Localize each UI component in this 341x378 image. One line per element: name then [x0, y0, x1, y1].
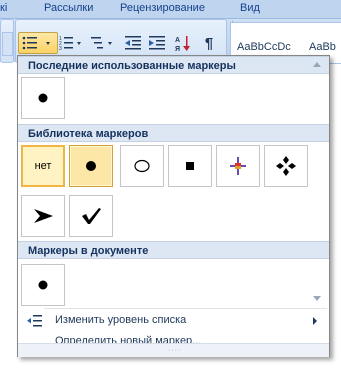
recent-bullet-filled-circle[interactable]	[21, 77, 65, 119]
scroll-down-arrow-icon[interactable]	[313, 296, 321, 301]
numbering-icon: 1 2 3	[59, 36, 81, 51]
arrowhead-bullet-icon	[34, 209, 53, 223]
none-label: нет	[34, 160, 52, 172]
menu-divider	[44, 308, 327, 309]
bullets-icon	[22, 36, 50, 50]
bullet-arrowhead[interactable]	[21, 195, 65, 237]
grip-dots-icon: ····	[168, 347, 182, 354]
bullet-checkmark[interactable]	[69, 195, 113, 237]
bullet-cross-star[interactable]	[216, 145, 260, 187]
ribbon-tab-bar: кi Рассылки Рецензирование Вид	[0, 0, 341, 19]
document-bullet-filled-circle[interactable]	[21, 264, 65, 306]
document-bullets-header: Маркеры в документе	[18, 241, 329, 259]
bullet-library-header: Библиотека маркеров	[18, 124, 329, 142]
scroll-up-arrow-icon[interactable]	[313, 62, 321, 67]
increase-indent-icon	[149, 36, 165, 50]
square-bullet-icon	[186, 162, 194, 170]
checkmark-bullet-icon	[82, 208, 101, 224]
pilcrow-icon: ¶	[204, 34, 214, 52]
bullet-square[interactable]	[168, 145, 212, 187]
decrease-indent-icon	[125, 36, 141, 50]
hollow-circle-bullet-icon	[134, 159, 150, 173]
tab-review[interactable]: Рецензирование	[120, 2, 205, 14]
show-formatting-button[interactable]: ¶	[197, 32, 221, 54]
filled-circle-bullet-icon	[86, 161, 96, 171]
ribbon-left-control[interactable]	[2, 32, 13, 56]
bullets-dropdown: Последние использованные маркеры Библиот…	[17, 55, 330, 357]
submenu-arrow-icon	[313, 317, 317, 325]
tab-view[interactable]: Вид	[240, 2, 260, 14]
svg-text:Я: Я	[175, 46, 180, 52]
change-list-level-label: Изменить уровень списка	[55, 314, 187, 326]
sort-button[interactable]: А Я	[171, 32, 195, 54]
filled-circle-bullet-icon	[38, 93, 48, 103]
style-no-spacing[interactable]: AaBb	[309, 41, 336, 53]
sort-az-icon: А Я	[175, 36, 190, 52]
decrease-indent-button[interactable]	[121, 32, 145, 54]
diamond-cluster-bullet-icon	[276, 156, 296, 176]
filled-circle-bullet-icon	[38, 280, 48, 290]
multilevel-list-icon	[91, 37, 112, 49]
bullet-hollow-circle[interactable]	[120, 145, 164, 187]
bullet-none[interactable]: нет	[21, 145, 65, 187]
change-level-icon	[27, 315, 42, 327]
cross-star-bullet-icon	[230, 157, 246, 175]
svg-text:А: А	[175, 37, 180, 44]
multilevel-list-button[interactable]	[88, 32, 118, 54]
tab-mailings[interactable]: Рассылки	[44, 2, 93, 14]
recent-bullets-header: Последние использованные маркеры	[18, 56, 329, 74]
numbering-button[interactable]: 1 2 3	[57, 32, 87, 54]
bullets-button[interactable]	[18, 32, 58, 54]
bullet-filled-circle[interactable]	[69, 145, 113, 187]
change-list-level-item[interactable]: Изменить уровень списка	[18, 311, 329, 331]
increase-indent-button[interactable]	[145, 32, 169, 54]
dropdown-resize-grip[interactable]: ····	[18, 343, 329, 357]
tab-partial[interactable]: кi	[0, 2, 7, 14]
bullet-diamond-cluster[interactable]	[264, 145, 308, 187]
style-normal[interactable]: AaBbCcDc	[237, 41, 291, 53]
svg-text:3: 3	[59, 46, 62, 51]
